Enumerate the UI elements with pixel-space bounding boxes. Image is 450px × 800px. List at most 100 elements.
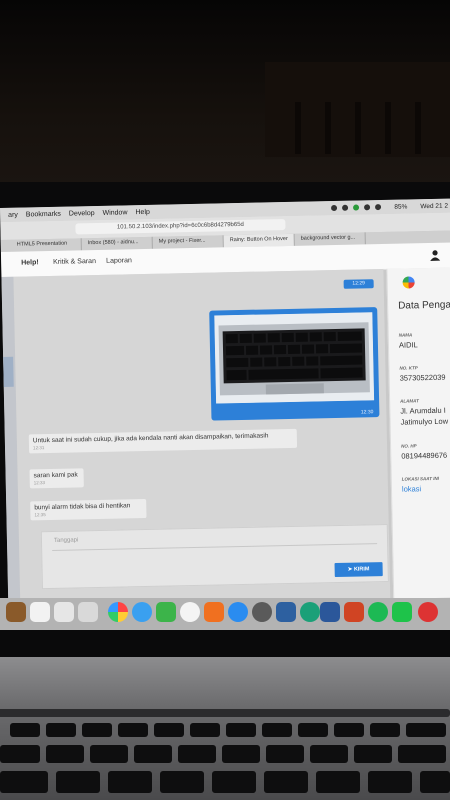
profile-title: Data Penga [398,299,450,312]
image-message-time: 12:30 [360,409,374,416]
profile-avatar [402,276,415,289]
furniture-slat [325,102,331,154]
spotify-icon[interactable] [368,602,388,622]
key [370,723,400,737]
key [0,745,40,763]
dock-app-icon[interactable] [418,602,438,622]
key [0,771,48,793]
key [406,723,446,737]
user-icon[interactable] [429,249,441,262]
dropbox-icon[interactable] [364,204,371,211]
address-bar[interactable]: 101.50.2.103/index.php?id=6c0c6b8d4279b6… [75,219,286,235]
field-value-ktp: 35730522039 [399,372,446,383]
field-value-alamat-2: Jatimulyo Low [400,416,449,427]
keyboard-edge [0,709,450,717]
key [134,745,172,763]
field-label-alamat: ALAMAT [400,398,419,404]
furniture-slat [295,102,301,154]
calendar-icon[interactable] [30,602,50,622]
mac-dock [0,598,450,630]
laptop-screen: ary Bookmarks Develop Window Help 85% We… [0,198,450,628]
profile-panel: Data Penga NAMA AIDIL NO. KTP 3573052203… [386,267,450,599]
system-preferences-icon[interactable] [252,602,272,622]
line-icon[interactable] [392,602,412,622]
menu-bookmarks[interactable]: Bookmarks [26,210,61,218]
key [334,723,364,737]
key [82,723,112,737]
image-message[interactable]: 12:30 [209,307,380,421]
app-store-icon[interactable] [228,602,248,622]
chat-message: bunyi alarm tidak bisa di hentikan 12:35 [30,499,147,521]
facetime-icon[interactable] [156,602,176,622]
key [118,723,148,737]
menu-window[interactable]: Window [102,209,127,217]
tab-kritik-saran[interactable]: Kritik & Saran [53,258,96,266]
laptop-photo[interactable] [214,312,375,404]
status-icon[interactable] [342,204,349,211]
outgoing-message-time: 12:29 [343,279,374,289]
send-button[interactable]: ➤ KIRIM [334,562,383,578]
field-label-lokasi: LOKASI SAAT INI [401,475,439,482]
books-icon[interactable] [204,602,224,622]
message-text: saran kami pak [33,471,78,480]
key [316,771,360,793]
dock-app-icon[interactable] [300,602,320,622]
key [90,745,128,763]
key [212,771,256,793]
menu-develop[interactable]: Develop [69,210,95,218]
messages-icon[interactable] [132,602,152,622]
reply-placeholder[interactable]: Tanggapi [54,537,78,544]
input-divider [52,543,378,551]
field-label-hp: NO. HP [401,443,417,449]
field-label-nama: NAMA [398,332,413,338]
key [222,745,260,763]
key [46,723,76,737]
wifi-icon[interactable] [375,204,382,211]
laptop-keyboard-image [214,312,375,404]
status-icon[interactable] [331,204,338,212]
background-furniture [265,62,450,157]
key [398,745,446,763]
menubar-status: 85% Wed 21 2 [331,202,448,212]
key [46,745,84,763]
key [354,745,392,763]
message-time: 12:35 [34,512,46,518]
photos-icon[interactable] [108,602,128,622]
menu-item[interactable]: ary [8,211,18,218]
reminders-icon[interactable] [78,602,98,622]
word-icon[interactable] [320,602,340,622]
key [298,723,328,737]
send-label: KIRIM [353,566,370,573]
key [108,771,152,793]
field-label-ktp: NO. KTP [399,365,418,371]
key [226,723,256,737]
message-time: 12:33 [33,480,46,486]
reply-box[interactable]: Tanggapi ➤ KIRIM [40,523,389,590]
powerpoint-icon[interactable] [344,602,364,622]
field-value-nama: AIDIL [398,340,418,350]
dock-app-icon[interactable] [276,602,296,622]
tab-laporan[interactable]: Laporan [106,257,132,265]
field-value-lokasi[interactable]: lokasi [402,484,421,493]
furniture-slat [415,102,421,154]
chat-message: saran kami pak 12:33 [29,468,84,489]
battery-percent[interactable]: 85% [394,203,407,210]
furniture-slat [385,102,391,154]
tab-help[interactable]: Help! [21,259,39,266]
dock-app-icon[interactable] [6,602,26,622]
field-value-alamat: Jl. Arumdalu I [400,405,446,416]
key [266,745,304,763]
menu-help[interactable]: Help [135,208,150,215]
key [310,745,348,763]
notes-icon[interactable] [54,602,74,622]
key [368,771,412,793]
menubar-clock[interactable]: Wed 21 2 [420,202,448,210]
key [56,771,100,793]
itunes-icon[interactable] [180,602,200,622]
status-icon[interactable] [353,204,360,211]
field-value-hp: 08194489676 [401,450,448,461]
laptop-keyboard-deck [0,657,450,800]
key [10,723,40,737]
chat-message: Untuk saat ini sudah cukup, jika ada ken… [28,428,298,454]
key [190,723,220,737]
